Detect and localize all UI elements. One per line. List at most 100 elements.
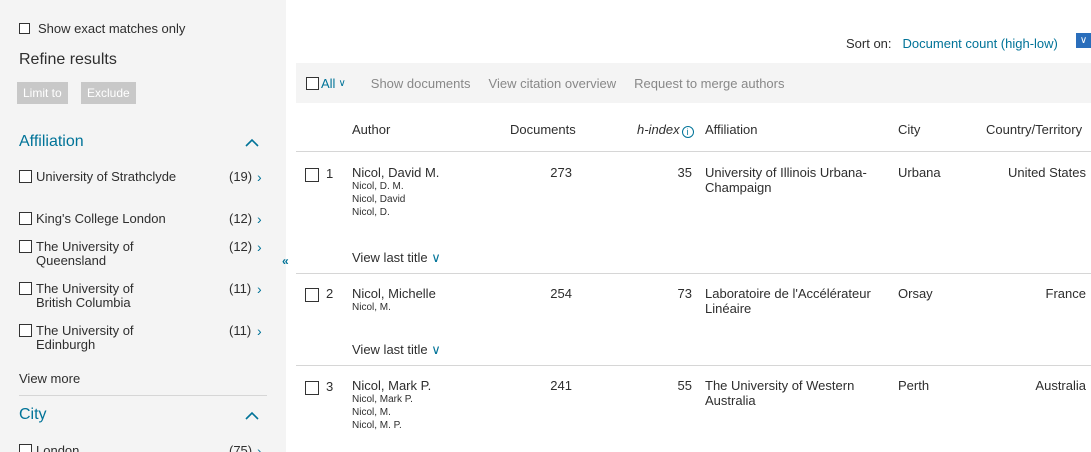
facet-divider xyxy=(19,395,267,396)
chevron-down-icon[interactable]: ∨ xyxy=(1076,33,1091,48)
exclude-button[interactable]: Exclude xyxy=(81,82,136,104)
author-header[interactable]: Author xyxy=(352,122,390,137)
view-last-title-toggle[interactable]: View last title ∨ xyxy=(352,342,441,358)
sort-label: Sort on: xyxy=(846,36,892,51)
chevron-right-icon[interactable]: › xyxy=(257,240,262,254)
request-merge-button[interactable]: Request to merge authors xyxy=(634,76,784,91)
country-value: Australia xyxy=(1035,378,1086,393)
chevron-down-icon[interactable]: ∨ xyxy=(431,342,441,357)
city-value: Urbana xyxy=(898,165,941,180)
exact-matches-checkbox[interactable] xyxy=(19,23,30,34)
affiliation-value: University of Illinois Urbana-Champaign xyxy=(705,165,867,195)
row-divider xyxy=(296,151,1091,152)
info-icon[interactable]: i xyxy=(681,126,694,138)
affiliation-facet-title[interactable]: Affiliation xyxy=(19,133,84,151)
affiliation-checkbox[interactable] xyxy=(19,324,32,337)
affiliation-count: (12) xyxy=(229,239,253,254)
country-value: France xyxy=(1045,286,1086,301)
chevron-up-icon[interactable] xyxy=(245,409,259,423)
affiliation-name: The University of Queensland xyxy=(36,239,134,268)
select-all-checkbox[interactable] xyxy=(306,76,319,90)
affiliation-count: (19) xyxy=(229,169,253,184)
affiliation-count: (11) xyxy=(229,281,252,296)
row-index: 3 xyxy=(326,379,334,394)
city-value: Orsay xyxy=(898,286,933,301)
author-alias: Nicol, D. xyxy=(352,207,390,218)
h-index-value: 73 xyxy=(677,286,692,301)
h-index-header[interactable]: h-index i xyxy=(637,122,694,138)
limit-to-button[interactable]: Limit to xyxy=(17,82,68,104)
author-alias: Nicol, D. M. xyxy=(352,181,404,192)
show-documents-button[interactable]: Show documents xyxy=(371,76,471,91)
exact-matches-toggle[interactable]: Show exact matches only xyxy=(19,21,185,36)
sort-control[interactable]: Sort on: Document count (high-low) ∨ xyxy=(846,33,1091,51)
h-index-value: 55 xyxy=(677,378,692,393)
author-alias: Nicol, M. xyxy=(352,302,391,313)
documents-count[interactable]: 241 xyxy=(520,378,572,393)
author-alias: Nicol, M. xyxy=(352,407,391,418)
chevron-down-icon[interactable]: ∨ xyxy=(431,250,441,265)
h-index-label: h-index xyxy=(637,122,680,137)
view-more-link[interactable]: View more xyxy=(19,371,80,386)
chevron-right-icon[interactable]: › xyxy=(257,444,262,452)
row-divider xyxy=(296,365,1091,366)
chevron-up-icon[interactable] xyxy=(245,136,259,150)
refine-results-title: Refine results xyxy=(19,51,117,68)
row-checkbox[interactable] xyxy=(305,168,319,182)
refine-sidebar: Show exact matches only Refine results L… xyxy=(0,0,286,452)
row-index: 1 xyxy=(326,166,334,181)
country-header[interactable]: Country/Territory xyxy=(986,122,1082,137)
country-value: United States xyxy=(1007,165,1086,180)
documents-count[interactable]: 273 xyxy=(520,165,572,180)
city-facet-title[interactable]: City xyxy=(19,406,47,424)
chevron-right-icon[interactable]: › xyxy=(257,170,262,184)
documents-count[interactable]: 254 xyxy=(520,286,572,301)
city-value: Perth xyxy=(898,378,930,393)
h-index-value: 35 xyxy=(677,165,692,180)
affiliation-name: University of Strathclyde xyxy=(36,169,177,184)
affiliation-item[interactable]: King's College London (12) › xyxy=(19,212,269,226)
author-name[interactable]: Nicol, Michelle xyxy=(352,286,502,301)
view-citation-overview-button[interactable]: View citation overview xyxy=(489,76,617,91)
affiliation-item[interactable]: The University of Edinburgh (11) › xyxy=(19,324,269,352)
author-name[interactable]: Nicol, Mark P. xyxy=(352,378,502,393)
exact-matches-label: Show exact matches only xyxy=(38,21,186,36)
sort-select[interactable]: Document count (high-low) xyxy=(903,36,1058,51)
row-divider xyxy=(296,273,1091,274)
results-toolbar: All ∨ Show documents View citation overv… xyxy=(296,63,1091,103)
documents-header[interactable]: Documents xyxy=(510,122,576,137)
author-alias: Nicol, Mark P. xyxy=(352,394,413,405)
affiliation-value: The University of Western Australia xyxy=(705,378,855,408)
affiliation-item[interactable]: University of Strathclyde (19) › xyxy=(19,170,269,184)
collapse-sidebar-icon[interactable]: « xyxy=(282,254,289,268)
view-last-title-label[interactable]: View last title xyxy=(352,342,428,357)
city-checkbox[interactable] xyxy=(19,444,32,452)
select-all-label[interactable]: All xyxy=(321,76,335,91)
author-name[interactable]: Nicol, David M. xyxy=(352,165,502,180)
chevron-right-icon[interactable]: › xyxy=(257,212,262,226)
author-alias: Nicol, M. P. xyxy=(352,420,402,431)
affiliation-count: (11) xyxy=(229,323,252,338)
affiliation-item[interactable]: The University of British Columbia (11) … xyxy=(19,282,269,310)
view-last-title-toggle[interactable]: View last title ∨ xyxy=(352,250,441,266)
chevron-right-icon[interactable]: › xyxy=(257,324,262,338)
affiliation-checkbox[interactable] xyxy=(19,170,32,183)
author-cell: Nicol, David M. Nicol, D. M. Nicol, Davi… xyxy=(352,165,502,219)
affiliation-header[interactable]: Affiliation xyxy=(705,122,758,137)
view-last-title-label[interactable]: View last title xyxy=(352,250,428,265)
city-count: (75) xyxy=(229,443,253,452)
city-name: London xyxy=(36,443,80,452)
affiliation-checkbox[interactable] xyxy=(19,282,32,295)
affiliation-checkbox[interactable] xyxy=(19,240,32,253)
city-item[interactable]: London (75) › xyxy=(19,444,269,452)
chevron-down-icon[interactable]: ∨ xyxy=(338,78,345,89)
author-cell: Nicol, Mark P. Nicol, Mark P. Nicol, M. … xyxy=(352,378,502,432)
chevron-right-icon[interactable]: › xyxy=(257,282,262,296)
row-checkbox[interactable] xyxy=(305,288,319,302)
affiliation-item[interactable]: The University of Queensland (12) › xyxy=(19,240,269,268)
affiliation-name: King's College London xyxy=(36,211,166,226)
select-all-control[interactable]: All ∨ xyxy=(306,76,346,91)
city-header[interactable]: City xyxy=(898,122,920,137)
row-checkbox[interactable] xyxy=(305,381,319,395)
affiliation-checkbox[interactable] xyxy=(19,212,32,225)
